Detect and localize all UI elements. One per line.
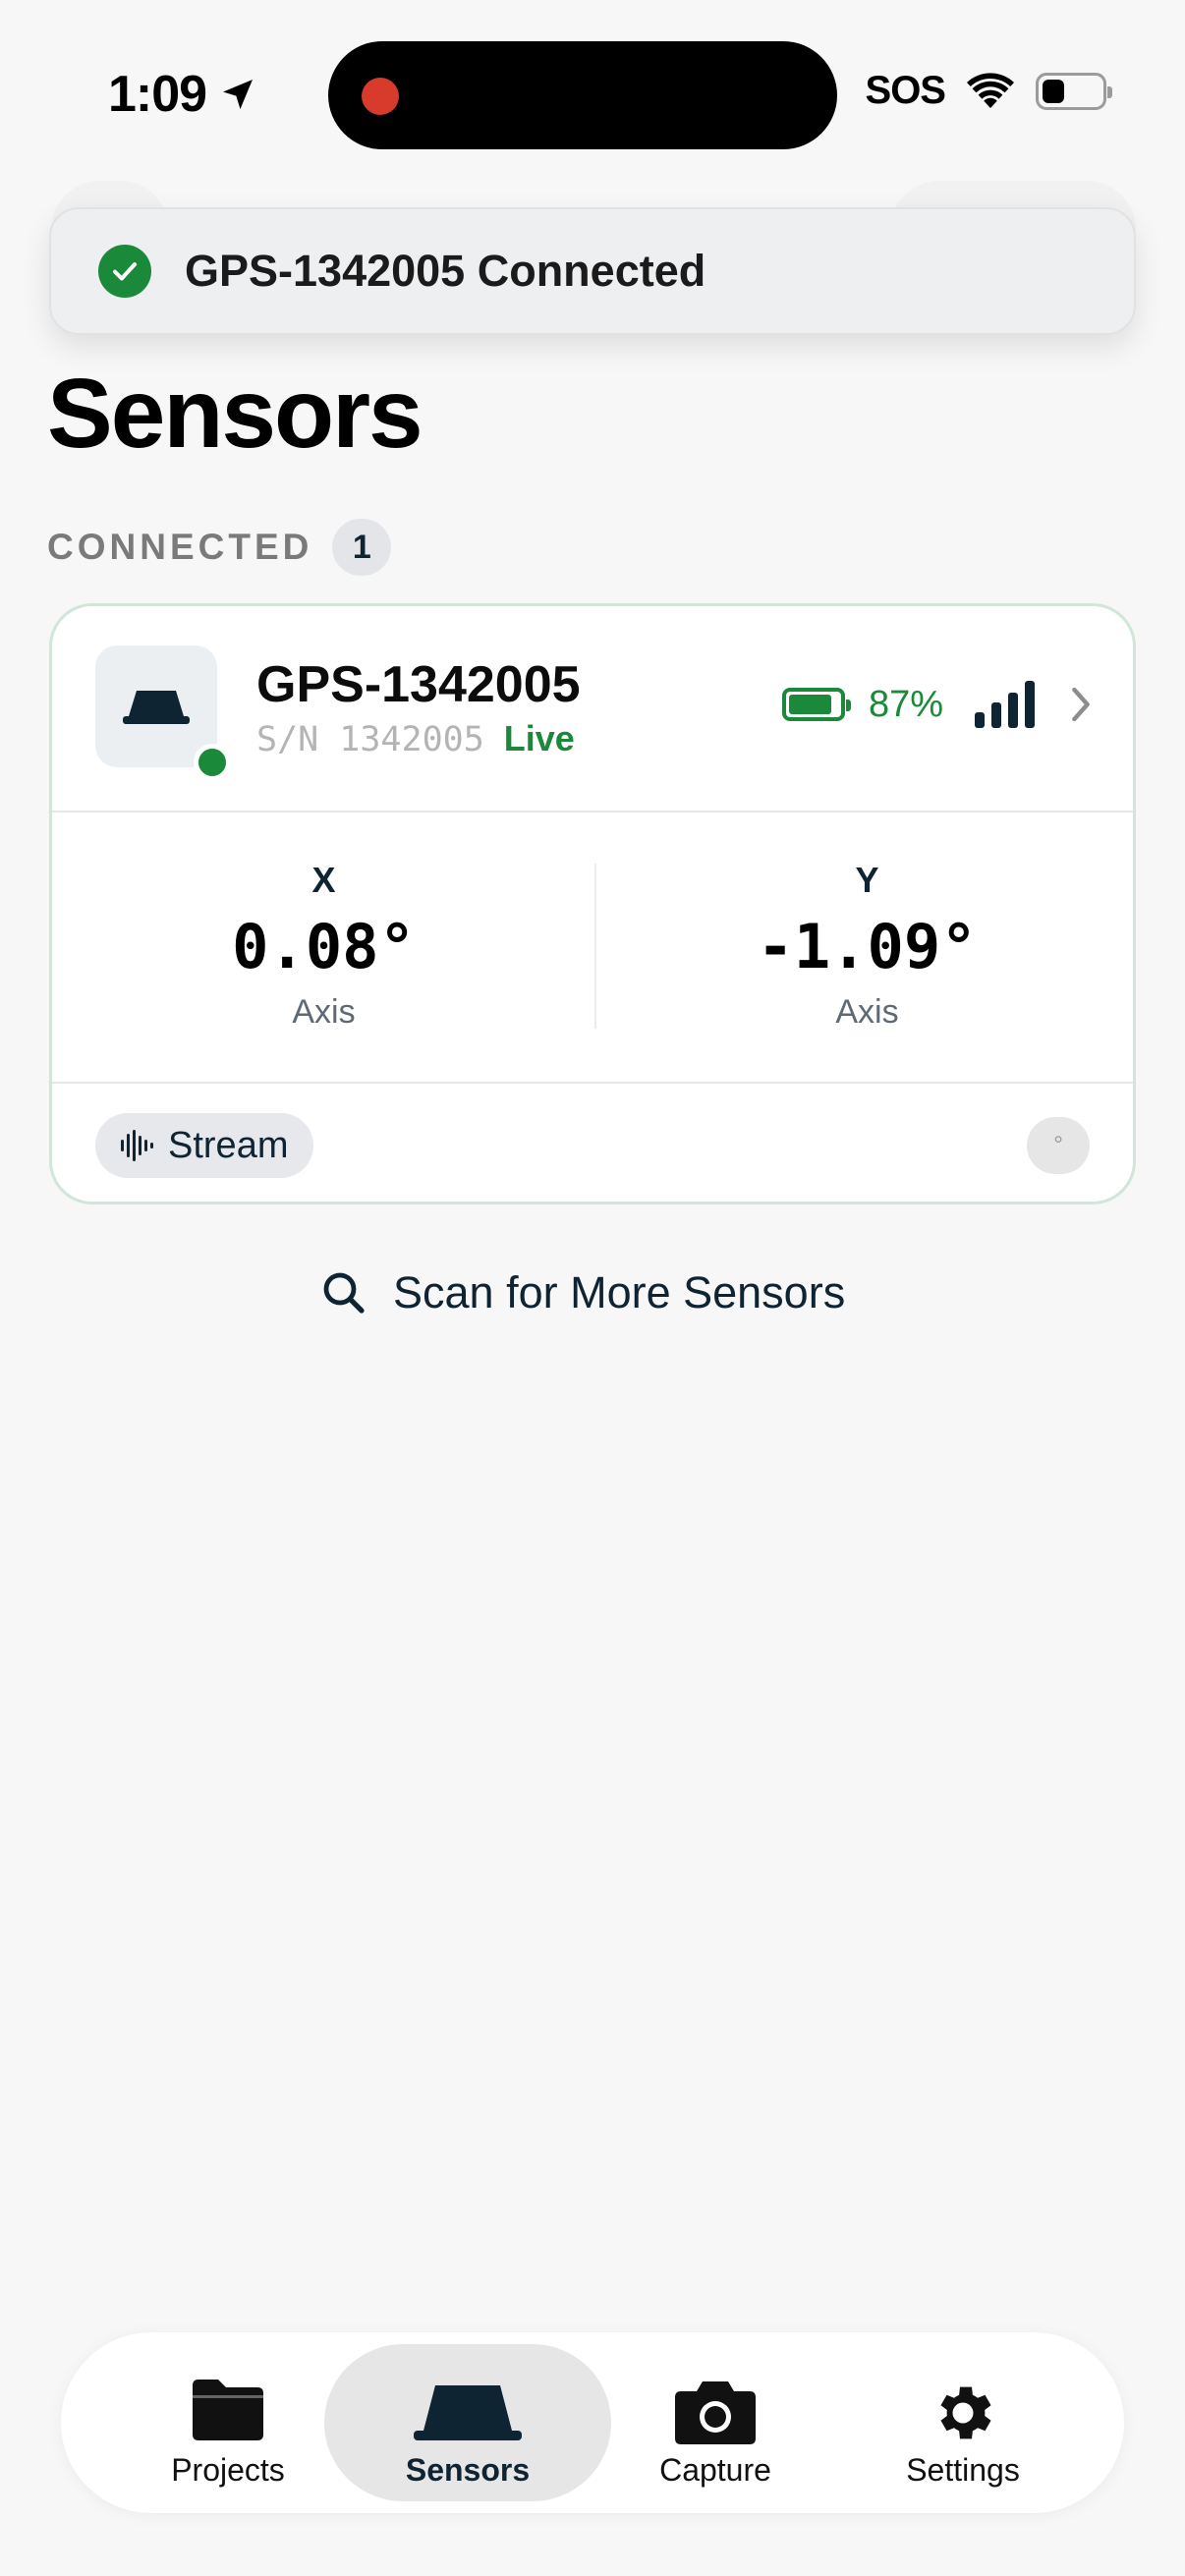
status-time: 1:09 [108,65,257,124]
signal-strength-icon [975,681,1035,728]
camera-icon [675,2381,756,2444]
checkmark-icon [98,245,151,298]
sensor-icon [414,2385,522,2440]
x-axis-caption: Axis [292,993,356,1031]
sensor-status-group: 87% [781,681,1094,728]
sensor-device-icon [123,691,190,724]
tab-settings-label: Settings [906,2452,1020,2488]
y-axis-label: Y [855,860,879,900]
stream-label: Stream [168,1124,289,1166]
toast-message: GPS-1342005 Connected [185,246,706,296]
units-toggle-button[interactable]: ° [1027,1117,1090,1174]
y-axis-caption: Axis [835,993,899,1031]
sensor-name: GPS-1342005 [256,656,581,713]
tab-sensors-label: Sensors [405,2452,531,2488]
dynamic-island [328,41,837,149]
connected-section-header: CONNECTED 1 [47,519,392,576]
connected-count-badge: 1 [332,519,392,576]
recording-indicator [362,78,399,115]
x-axis-value: 0.08° [232,911,416,982]
chevron-right-icon[interactable] [1068,685,1094,724]
sensor-serial: S/N 1342005 [256,720,484,759]
x-axis-reading: X 0.08° Axis [52,812,595,1084]
gear-icon [940,2386,991,2439]
tab-settings[interactable]: Settings [819,2344,1106,2501]
battery-percentage: 87% [868,683,943,725]
axis-readings: X 0.08° Axis Y -1.09° Axis [52,812,1133,1084]
scan-label: Scan for More Sensors [393,1267,846,1317]
waveform-icon [121,1130,153,1161]
status-bar: 1:09 SOS [0,0,1185,187]
y-axis-value: -1.09° [757,911,978,982]
tab-sensors[interactable]: Sensors [324,2344,611,2501]
tab-bar: Projects Sensors Capture Settings [61,2332,1124,2513]
sensor-subtitle: S/N 1342005 Live [256,718,575,759]
status-indicators: SOS [865,69,1112,113]
scan-more-sensors-button[interactable]: Scan for More Sensors [320,1267,845,1318]
sensor-card-header[interactable]: GPS-1342005 S/N 1342005 Live 87% [52,606,1133,812]
y-axis-reading: Y -1.09° Axis [595,812,1133,1084]
x-axis-label: X [311,860,336,900]
search-icon [323,1272,365,1314]
wifi-icon [967,72,1014,108]
folder-icon [193,2380,263,2440]
stream-button[interactable]: Stream [95,1113,314,1178]
online-status-dot [194,744,231,781]
sensor-card-footer: Stream ° [52,1084,1133,1202]
device-battery-icon [1036,72,1112,110]
location-arrow-icon [223,80,254,109]
page-title: Sensors [47,359,423,469]
connection-toast[interactable]: GPS-1342005 Connected [49,207,1136,335]
tab-capture-label: Capture [659,2452,771,2488]
carrier-label: SOS [865,69,946,112]
sensor-card[interactable]: GPS-1342005 S/N 1342005 Live 87% X 0.08°… [49,603,1136,1204]
status-time-text: 1:09 [108,66,207,123]
battery-icon [781,688,851,721]
section-label: CONNECTED [47,527,313,567]
tab-capture[interactable]: Capture [572,2344,859,2501]
live-status: Live [503,718,575,758]
